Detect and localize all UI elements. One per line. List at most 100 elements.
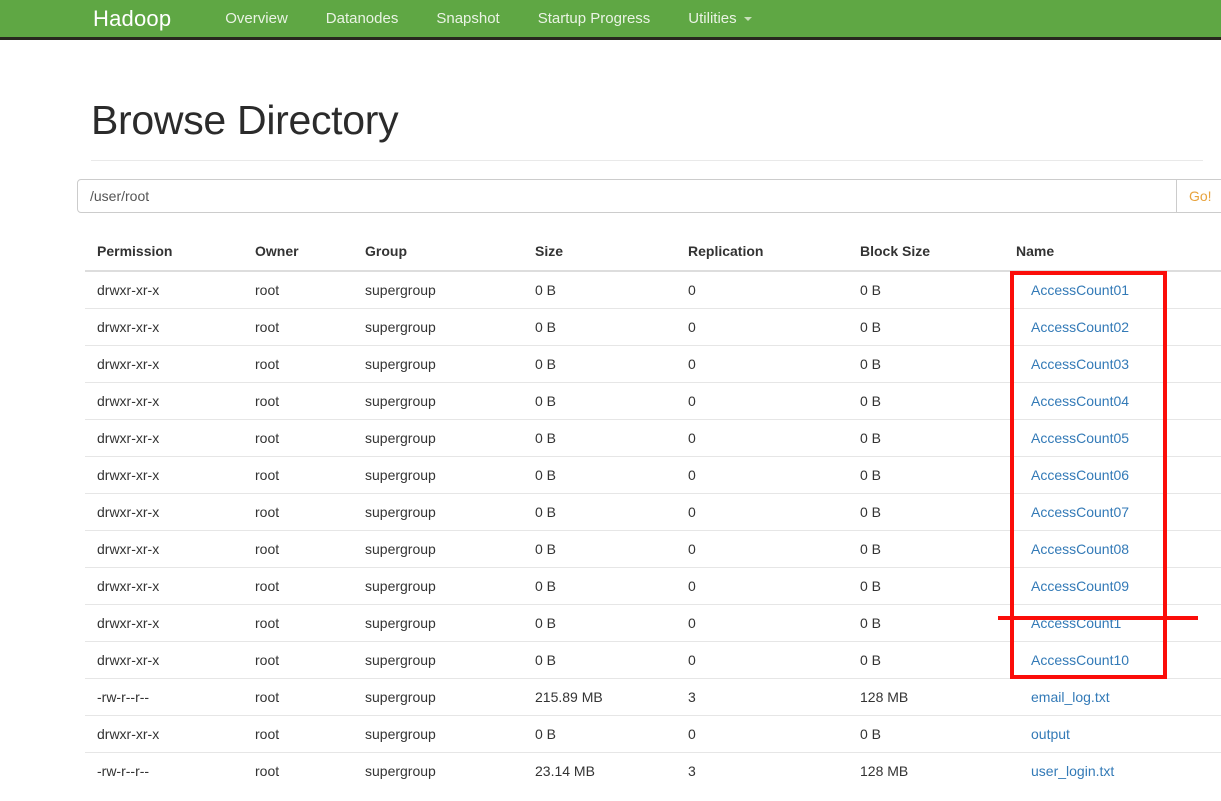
cell-block-size: 0 B: [860, 604, 1016, 642]
cell-owner: root: [255, 282, 280, 298]
cell-replication: 0: [688, 308, 860, 346]
file-link[interactable]: AccessCount06: [1031, 467, 1129, 483]
nav-item-label: Utilities: [688, 10, 737, 27]
cell-owner: root: [255, 345, 365, 383]
page-title: Browse Directory: [91, 97, 399, 143]
file-listing-table: Permission Owner Group Size Replication Block…: [85, 235, 1221, 790]
column-header-block-size[interactable]: Block Size: [860, 235, 1016, 272]
table-row: drwxr-xr-x root supergroup 0 B00 B AccessCou…: [85, 530, 1221, 568]
column-header-group[interactable]: Group: [365, 235, 535, 272]
table-row: drwxr-xr-x root supergroup 0 B00 B AccessCou…: [85, 271, 1221, 309]
file-link[interactable]: AccessCount03: [1031, 356, 1129, 372]
cell-permission: drwxr-xr-x: [85, 493, 255, 531]
cell-replication: 0: [688, 715, 860, 753]
cell-permission: drwxr-xr-x: [85, 641, 255, 679]
file-link[interactable]: AccessCount07: [1031, 504, 1129, 520]
nav-item-startup-progress[interactable]: Startup Progress: [519, 11, 670, 26]
cell-group: supergroup: [365, 493, 535, 531]
cell-permission: drwxr-xr-x: [85, 456, 255, 494]
table-row: drwxr-xr-x root supergroup 0 B00 B AccessCou…: [85, 382, 1221, 420]
cell-block-size: 0 B: [860, 530, 1016, 568]
cell-owner: root: [255, 493, 365, 531]
cell-owner: root: [255, 678, 365, 716]
file-link[interactable]: output: [1031, 726, 1070, 742]
cell-name: AccessCount03: [1016, 345, 1221, 383]
cell-permission: -rw-r--r--: [85, 678, 255, 716]
table-row: drwxr-xr-x root supergroup 0 B00 B AccessCou…: [85, 456, 1221, 494]
cell-block-size: 0 B: [860, 493, 1016, 531]
nav-item-label: Datanodes: [325, 10, 399, 27]
cell-block-size: 0 B: [860, 382, 1016, 420]
cell-name: user_login.txt: [1016, 752, 1221, 790]
cell-size: 215.89 MB: [535, 678, 688, 716]
cell-permission: drwxr-xr-x: [85, 567, 255, 605]
cell-replication: 3: [688, 752, 860, 790]
cell-replication: 0: [688, 419, 860, 457]
nav-item-datanodes[interactable]: Datanodes: [307, 11, 418, 26]
nav-item-label: Startup Progress: [537, 10, 651, 27]
cell-name: AccessCount05: [1016, 419, 1221, 457]
file-link[interactable]: user_login.txt: [1031, 763, 1114, 779]
table-row: drwxr-xr-x root supergroup 0 B00 B AccessCou…: [85, 419, 1221, 457]
cell-name: email_log.txt: [1016, 678, 1221, 716]
cell-block-size: 0 B: [860, 345, 1016, 383]
cell-permission: drwxr-xr-x: [85, 419, 255, 457]
cell-owner: root: [255, 567, 365, 605]
file-link[interactable]: AccessCount02: [1031, 319, 1129, 335]
column-header-owner[interactable]: Owner: [255, 235, 365, 272]
table-row: drwxr-xr-x root supergroup 0 B00 B AccessCou…: [85, 641, 1221, 679]
nav-item-overview[interactable]: Overview: [206, 11, 307, 26]
cell-replication: 0: [688, 604, 860, 642]
column-header-size[interactable]: Size: [535, 235, 688, 272]
file-link[interactable]: AccessCount1: [1031, 615, 1121, 631]
navbar-brand[interactable]: Hadoop: [93, 0, 171, 30]
cell-permission: drwxr-xr-x: [85, 382, 255, 420]
cell-name: AccessCount06: [1016, 456, 1221, 494]
cell-block-size: 0 B: [860, 419, 1016, 457]
file-link[interactable]: AccessCount09: [1031, 578, 1129, 594]
cell-size: 0 B: [535, 308, 688, 346]
file-link[interactable]: AccessCount01: [1031, 282, 1129, 298]
cell-size: 0 B: [535, 456, 688, 494]
cell-size: 0 B: [535, 715, 688, 753]
cell-replication: 0: [688, 493, 860, 531]
cell-group: supergroup: [365, 752, 535, 790]
nav-item-label: Snapshot: [436, 10, 500, 27]
cell-replication: 0: [688, 282, 696, 298]
cell-permission: drwxr-xr-x: [85, 345, 255, 383]
file-link[interactable]: AccessCount10: [1031, 652, 1129, 668]
nav-item-snapshot[interactable]: Snapshot: [417, 11, 518, 26]
cell-group: supergroup: [365, 282, 436, 298]
column-header-name[interactable]: Name: [1016, 235, 1221, 272]
cell-name: AccessCount07: [1016, 493, 1221, 531]
file-link[interactable]: AccessCount04: [1031, 393, 1129, 409]
cell-name: AccessCount10: [1016, 641, 1221, 679]
cell-replication: 0: [688, 567, 860, 605]
column-header-permission[interactable]: Permission: [85, 235, 255, 272]
top-navbar: Hadoop Overview Datanodes Snapshot Startup …: [0, 0, 1221, 40]
cell-group: supergroup: [365, 678, 535, 716]
cell-owner: root: [255, 308, 365, 346]
column-header-replication[interactable]: Replication: [688, 235, 860, 272]
cell-permission: drwxr-xr-x: [97, 282, 160, 298]
go-button[interactable]: Go!: [1177, 179, 1221, 213]
cell-group: supergroup: [365, 308, 535, 346]
file-link[interactable]: AccessCount08: [1031, 541, 1129, 557]
nav-item-utilities[interactable]: Utilities: [669, 11, 765, 26]
cell-block-size: 0 B: [860, 308, 1016, 346]
cell-owner: root: [255, 604, 365, 642]
table-row: drwxr-xr-x root supergroup 0 B00 B AccessCou…: [85, 604, 1221, 642]
cell-group: supergroup: [365, 345, 535, 383]
cell-group: supergroup: [365, 567, 535, 605]
nav-item-label: Overview: [225, 10, 288, 27]
cell-block-size: 0 B: [860, 456, 1016, 494]
cell-size: 23.14 MB: [535, 752, 688, 790]
directory-path-input[interactable]: [77, 179, 1177, 213]
file-link[interactable]: AccessCount05: [1031, 430, 1129, 446]
file-link[interactable]: email_log.txt: [1031, 689, 1110, 705]
cell-permission: -rw-r--r--: [85, 752, 255, 790]
cell-replication: 0: [688, 382, 860, 420]
cell-permission: drwxr-xr-x: [85, 715, 255, 753]
cell-size: 0 B: [535, 382, 688, 420]
cell-size: 0 B: [535, 493, 688, 531]
